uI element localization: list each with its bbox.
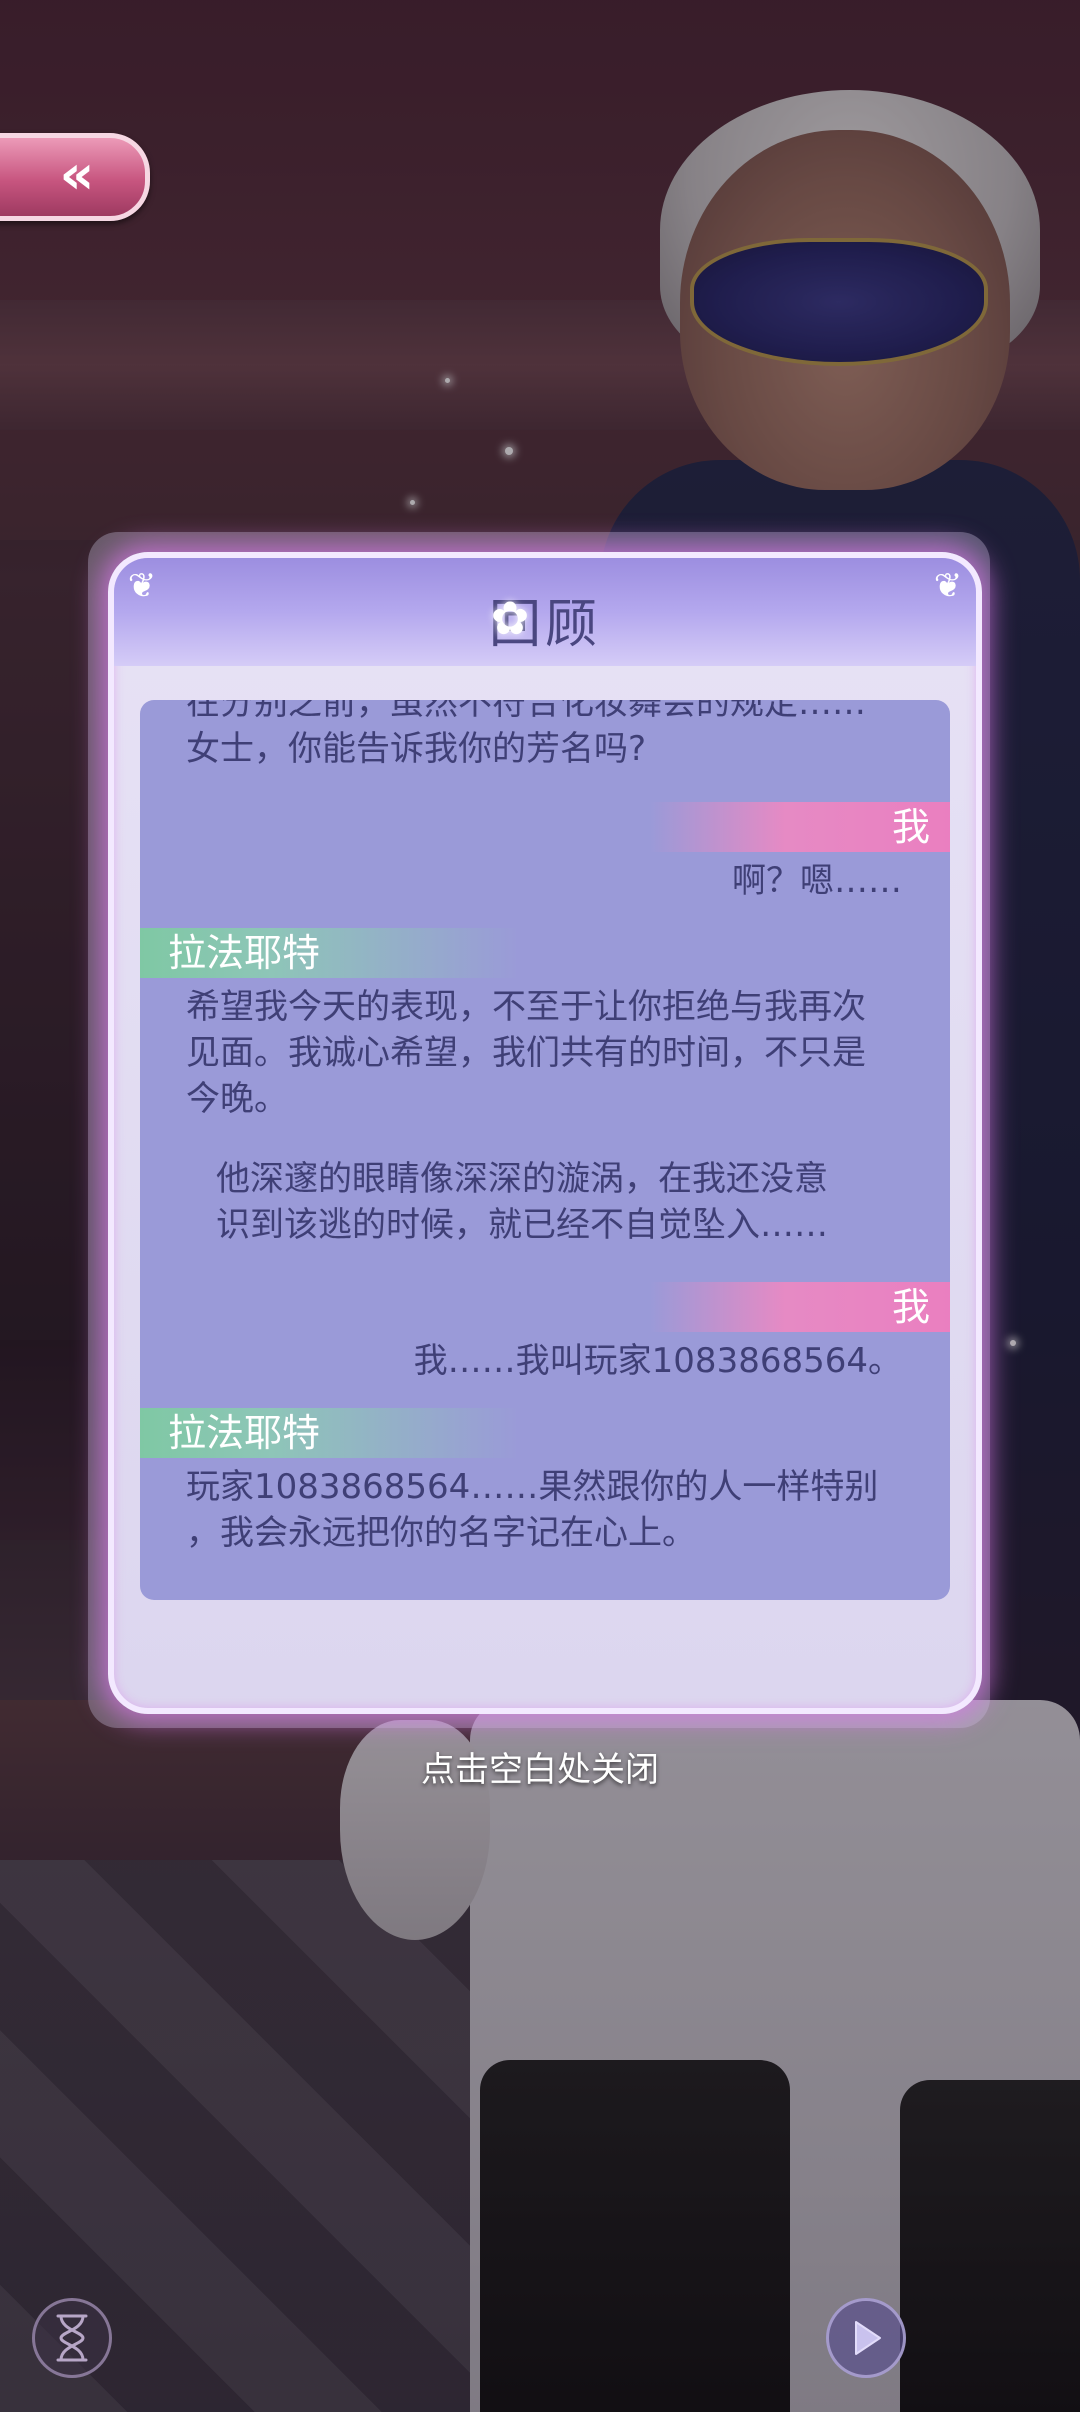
double-chevron-left-icon: « <box>59 143 95 206</box>
dialogue-log-content: 在分别之前，虽然不符合化妆舞会的规定…… 女士，你能告诉我你的芳名吗? 我 啊？… <box>140 700 950 1556</box>
flower-icon: ✿ <box>490 591 530 645</box>
play-button[interactable] <box>826 2298 906 2378</box>
dialogue-line: 女士，你能告诉我你的芳名吗? <box>186 729 647 769</box>
review-panel: ❦ ❦ 回顾 ✿ 在分别之前，虽然不符合化妆舞会的规定…… 女士，你能告诉我你的… <box>108 552 982 1714</box>
npc-speaker-tag: 拉法耶特 <box>140 1408 520 1458</box>
dialogue-line: 希望我今天的表现，不至于让你拒绝与我再次 <box>186 987 866 1027</box>
player-speaker-tag: 我 <box>650 1282 950 1332</box>
review-title: 回顾 <box>488 595 601 655</box>
play-icon <box>855 2321 881 2355</box>
player-dialogue-text: 我……我叫玩家1083868564。 <box>413 1341 902 1381</box>
dialogue-line: ，我会永远把你的名字记在心上。 <box>186 1513 696 1553</box>
dialogue-line: 见面。我诚心希望，我们共有的时间，不只是 <box>186 1033 866 1073</box>
dialogue-line: 今晚。 <box>186 1079 288 1119</box>
narration-line: 识到该逃的时候，就已经不自觉坠入…… <box>216 1205 828 1245</box>
close-hint[interactable]: 点击空白处关闭 <box>0 1742 1080 1791</box>
dialogue-text: 在分别之前，虽然不符合化妆舞会的规定…… 女士，你能告诉我你的芳名吗? <box>140 700 950 772</box>
player-tag-row: 我 <box>140 802 950 852</box>
dialogue-log[interactable]: 在分别之前，虽然不符合化妆舞会的规定…… 女士，你能告诉我你的芳名吗? 我 啊？… <box>140 700 950 1600</box>
npc-speaker-tag: 拉法耶特 <box>140 928 520 978</box>
dialogue-line: 在分别之前，虽然不符合化妆舞会的规定…… <box>186 700 866 723</box>
hourglass-icon <box>56 2314 88 2362</box>
dialogue-line: 玩家1083868564……果然跟你的人一样特别 <box>186 1467 879 1507</box>
player-tag-row: 我 <box>140 1282 950 1332</box>
npc-dialogue-text: 希望我今天的表现，不至于让你拒绝与我再次 见面。我诚心希望，我们共有的时间，不只… <box>140 984 950 1122</box>
player-dialogue-text: 啊？嗯…… <box>732 861 902 901</box>
narration-text: 他深邃的眼睛像深深的漩涡，在我还没意 识到该逃的时候，就已经不自觉坠入…… <box>140 1156 950 1248</box>
npc-dialogue-text: 玩家1083868564……果然跟你的人一样特别 ，我会永远把你的名字记在心上。 <box>140 1464 950 1556</box>
narration-line: 他深邃的眼睛像深深的漩涡，在我还没意 <box>216 1159 828 1199</box>
review-panel-footer <box>140 1618 950 1678</box>
player-speaker-tag: 我 <box>650 802 950 852</box>
hourglass-button[interactable] <box>32 2298 112 2378</box>
back-button[interactable]: « <box>0 133 150 221</box>
